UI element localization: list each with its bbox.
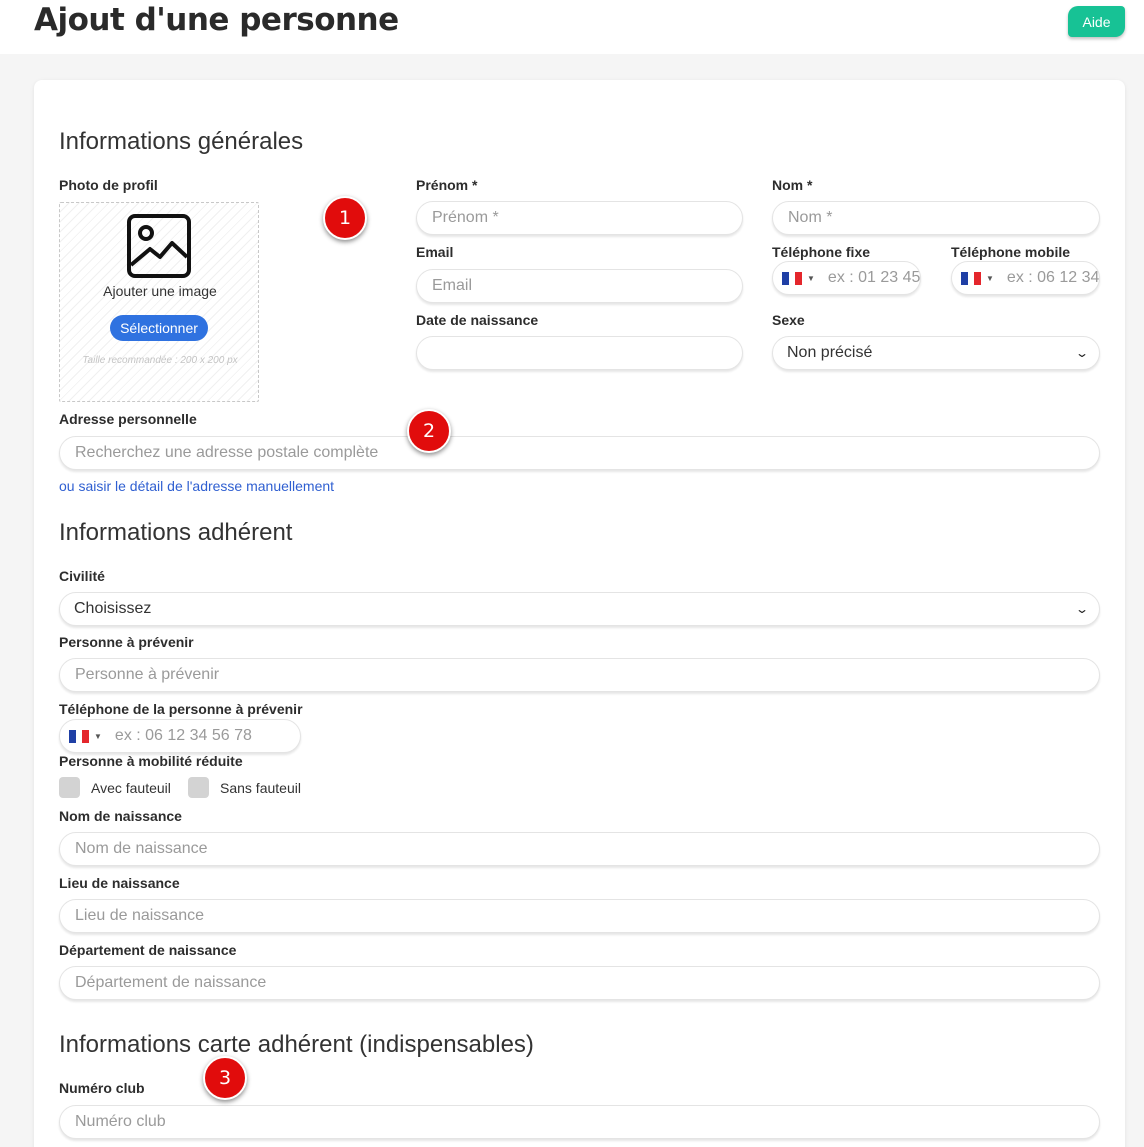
france-flag-icon[interactable] xyxy=(782,271,803,285)
annotation-badge-2: 2 xyxy=(407,409,451,453)
photo-dropzone[interactable]: Ajouter une image Sélectionner Taille re… xyxy=(59,202,259,402)
manual-address-link[interactable]: ou saisir le détail de l'adresse manuell… xyxy=(59,478,334,494)
form-card: Informations générales Photo de profil A… xyxy=(34,80,1125,1147)
section-title-member: Informations adhérent xyxy=(59,519,293,546)
birth-department-input[interactable] xyxy=(59,966,1100,1000)
photo-size-hint: Taille recommandée : 200 x 200 px xyxy=(82,355,238,366)
last-name-label: Nom * xyxy=(772,177,813,193)
contact-phone-label: Téléphone de la personne à prévenir xyxy=(59,701,303,717)
sex-select[interactable]: Non précisé ⌄ xyxy=(772,336,1100,370)
section-title-card: Informations carte adhérent (indispensab… xyxy=(59,1031,534,1058)
email-input[interactable] xyxy=(416,269,743,303)
mobile-input[interactable]: ▼ ex : 06 12 34 xyxy=(951,261,1100,295)
without-wheelchair-checkbox[interactable] xyxy=(188,777,209,798)
with-wheelchair-checkbox[interactable] xyxy=(59,777,80,798)
select-photo-button[interactable]: Sélectionner xyxy=(110,315,208,341)
france-flag-icon[interactable] xyxy=(69,729,90,743)
caret-down-icon: ▼ xyxy=(94,731,102,741)
birth-place-label: Lieu de naissance xyxy=(59,875,180,891)
caret-down-icon: ▼ xyxy=(807,273,815,283)
address-search-input[interactable] xyxy=(59,436,1100,470)
caret-down-icon: ▼ xyxy=(986,273,994,283)
france-flag-icon[interactable] xyxy=(961,271,982,285)
without-wheelchair-label[interactable]: Sans fauteuil xyxy=(220,780,301,796)
image-icon xyxy=(127,214,191,278)
birth-date-input[interactable] xyxy=(416,336,743,370)
page-title: Ajout d'une personne xyxy=(34,2,399,38)
with-wheelchair-label[interactable]: Avec fauteuil xyxy=(91,780,171,796)
photo-label: Photo de profil xyxy=(59,177,158,193)
sex-value: Non précisé xyxy=(787,344,873,361)
civility-label: Civilité xyxy=(59,568,105,584)
contact-person-input[interactable] xyxy=(59,658,1100,692)
chevron-down-icon: ⌄ xyxy=(1074,602,1090,616)
first-name-label: Prénom * xyxy=(416,177,478,193)
birth-department-label: Département de naissance xyxy=(59,942,237,958)
mobile-placeholder: ex : 06 12 34 xyxy=(1006,269,1100,286)
landline-input[interactable]: ▼ ex : 01 23 45 xyxy=(772,261,921,295)
annotation-badge-3: 3 xyxy=(203,1056,247,1100)
club-number-input[interactable] xyxy=(59,1105,1100,1139)
top-bar: Ajout d'une personne Aide xyxy=(0,0,1144,54)
chevron-down-icon: ⌄ xyxy=(1074,346,1090,360)
section-title-general: Informations générales xyxy=(59,128,304,155)
address-label: Adresse personnelle xyxy=(59,411,197,427)
sex-label: Sexe xyxy=(772,312,805,328)
civility-value: Choisissez xyxy=(74,600,152,617)
birth-name-input[interactable] xyxy=(59,832,1100,866)
club-number-label: Numéro club xyxy=(59,1080,145,1096)
civility-select[interactable]: Choisissez ⌄ xyxy=(59,592,1100,626)
email-label: Email xyxy=(416,244,454,260)
mobile-label: Téléphone mobile xyxy=(951,244,1071,260)
landline-label: Téléphone fixe xyxy=(772,244,871,260)
birth-place-input[interactable] xyxy=(59,899,1100,933)
birth-name-label: Nom de naissance xyxy=(59,808,182,824)
last-name-input[interactable] xyxy=(772,201,1100,235)
help-button[interactable]: Aide xyxy=(1068,6,1125,37)
contact-phone-input[interactable]: ▼ ex : 06 12 34 56 78 xyxy=(59,719,301,753)
contact-phone-placeholder: ex : 06 12 34 56 78 xyxy=(114,727,252,744)
reduced-mobility-label: Personne à mobilité réduite xyxy=(59,753,243,769)
first-name-input[interactable] xyxy=(416,201,743,235)
birth-date-label: Date de naissance xyxy=(416,312,539,328)
add-image-text: Ajouter une image xyxy=(103,283,217,299)
annotation-badge-1: 1 xyxy=(323,196,367,240)
landline-placeholder: ex : 01 23 45 xyxy=(827,269,921,286)
contact-person-label: Personne à prévenir xyxy=(59,634,194,650)
